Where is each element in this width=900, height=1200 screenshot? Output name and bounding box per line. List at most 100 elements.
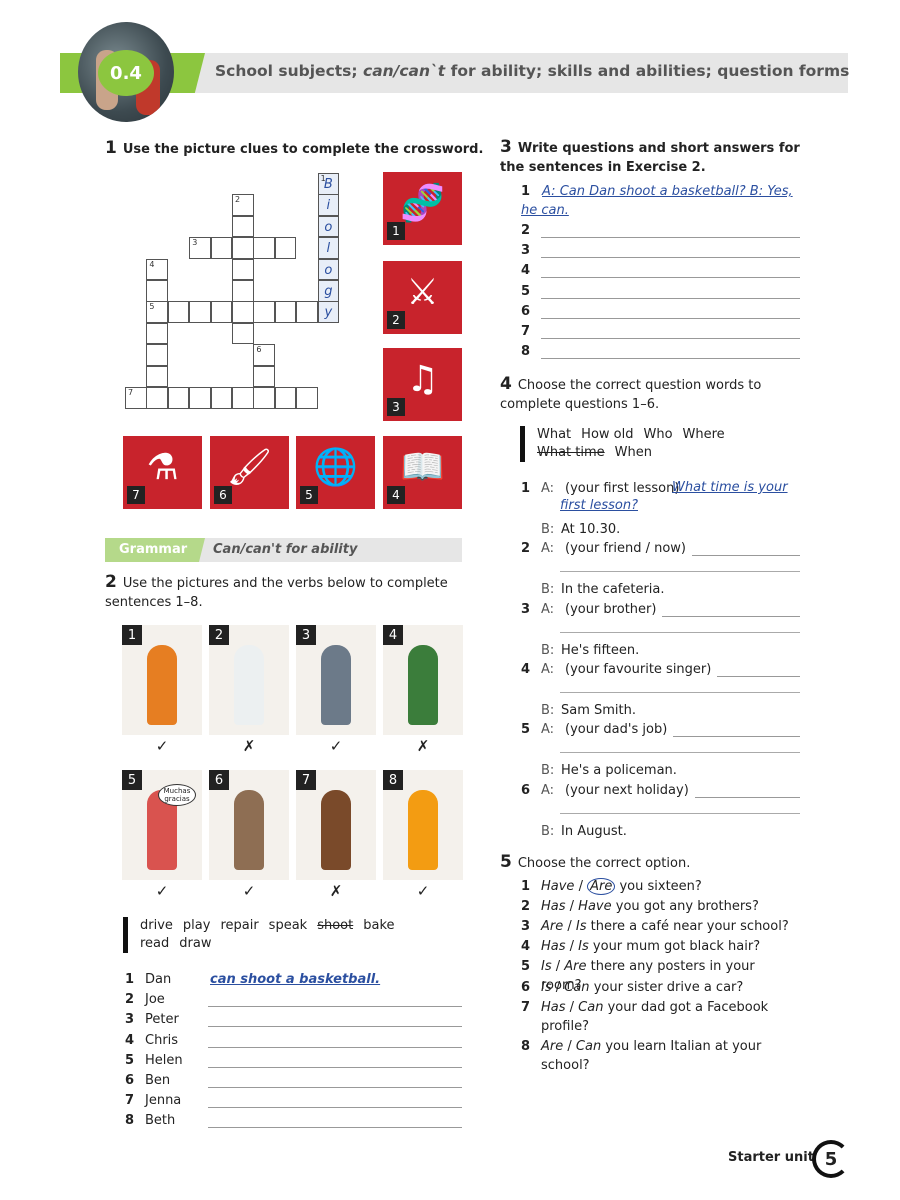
crossword-cell[interactable]	[253, 387, 275, 409]
crossword-cell[interactable]	[232, 215, 254, 238]
crossword-cell[interactable]	[274, 237, 297, 259]
option-2[interactable]: Is	[578, 939, 589, 954]
crossword-cell[interactable]	[210, 387, 233, 409]
crossword-cell[interactable]	[253, 365, 275, 388]
crossword-cell[interactable]	[189, 301, 211, 323]
answer-line[interactable]	[208, 1074, 462, 1088]
subject-name: Jenna	[145, 1093, 182, 1109]
crossword-cell[interactable]	[167, 301, 190, 323]
answer-line[interactable]	[208, 1114, 462, 1129]
answer-line[interactable]	[673, 723, 800, 738]
answer-line-2[interactable]	[560, 631, 800, 633]
item-number: 5	[521, 722, 531, 738]
option-2[interactable]: Is	[576, 919, 587, 934]
option-2[interactable]: Can	[564, 980, 589, 995]
crossword-cell[interactable]: 2	[232, 194, 254, 216]
crossword-cell[interactable]: 6	[253, 344, 275, 366]
answer-line[interactable]	[692, 542, 800, 557]
crossword-cell[interactable]: o	[317, 215, 340, 238]
crossword-cell[interactable]	[232, 387, 254, 409]
option-2[interactable]: Are	[564, 959, 586, 974]
option-1[interactable]: Are	[541, 919, 563, 934]
answer-line[interactable]	[541, 285, 800, 299]
answer-line[interactable]	[694, 784, 800, 798]
crossword-cell[interactable]: g	[317, 280, 340, 302]
crossword-cell[interactable]: 4	[146, 258, 168, 281]
crossword-cell[interactable]	[274, 301, 297, 323]
answer-line[interactable]	[541, 345, 800, 360]
option-1[interactable]: Are	[541, 1039, 563, 1054]
crossword-cell[interactable]	[253, 237, 275, 259]
picture-number: 6	[209, 770, 229, 790]
crossword-cell[interactable]: y	[317, 301, 340, 323]
crossword-cell[interactable]: 5	[146, 301, 168, 323]
answer-line[interactable]	[208, 993, 462, 1008]
sentence-row: 6 Ben	[125, 1070, 462, 1088]
answer-row: 4	[521, 260, 800, 279]
crossword-cell[interactable]	[274, 387, 297, 409]
crossword-cell[interactable]	[296, 387, 318, 409]
crossword-cell[interactable]	[232, 258, 254, 281]
item-number: 3	[125, 1012, 135, 1028]
crossword-cell[interactable]	[189, 387, 211, 409]
crossword-cell[interactable]: i	[317, 194, 340, 216]
answer-line[interactable]	[541, 224, 800, 238]
crossword-cell[interactable]	[146, 387, 168, 409]
answer-line[interactable]	[208, 1034, 462, 1048]
option-2[interactable]: Have	[578, 899, 611, 914]
crossword-cell[interactable]	[210, 237, 233, 259]
crossword-cell[interactable]	[167, 387, 190, 409]
crossword-cell[interactable]	[146, 344, 168, 366]
answer-line[interactable]	[541, 244, 800, 259]
crossword-cell[interactable]: 3	[189, 237, 211, 259]
answer-line[interactable]	[717, 663, 800, 677]
verb-option: read	[140, 936, 170, 951]
crossword-cell[interactable]: l	[317, 237, 340, 259]
option-1[interactable]: Has	[541, 939, 566, 954]
crossword-cell[interactable]	[146, 280, 168, 302]
option-1[interactable]: Has	[541, 1000, 566, 1015]
crossword-cell[interactable]	[232, 322, 254, 345]
crossword-cell[interactable]	[146, 322, 168, 345]
a-label: A:	[541, 661, 555, 677]
option-2[interactable]: Can	[576, 1039, 601, 1054]
option-1[interactable]: Is	[541, 959, 552, 974]
ex2-picture: 5 Muchas gracias	[122, 770, 202, 880]
crossword-cell[interactable]	[146, 365, 168, 388]
b-label: B:	[541, 582, 555, 598]
option-2[interactable]: Can	[578, 1000, 603, 1015]
answer-line[interactable]	[208, 1054, 462, 1068]
sentence-row: 3 Peter	[125, 1009, 462, 1028]
crossword-cell[interactable]: o	[317, 258, 340, 281]
option-2[interactable]: Are	[587, 878, 616, 895]
picture-clue-tile: 🧬 1	[383, 172, 462, 245]
option-1[interactable]: Is	[541, 980, 552, 995]
crossword-cell[interactable]	[232, 280, 254, 302]
question-rest: you learn Italian at your school?	[541, 1038, 762, 1073]
subject-name: Chris	[145, 1032, 179, 1048]
answer-line[interactable]	[541, 264, 800, 279]
question-row: 5 A: (your dad's job)	[521, 719, 800, 738]
person-illustration	[147, 645, 177, 725]
answer-line[interactable]	[208, 1013, 462, 1028]
option-1[interactable]: Has	[541, 899, 566, 914]
answer-line[interactable]	[662, 603, 800, 617]
answer-line-2[interactable]	[560, 571, 800, 573]
cross-mark: ✗	[329, 882, 343, 900]
crossword-cell[interactable]	[296, 301, 318, 323]
reply: In August.	[561, 823, 627, 839]
answer-line-2[interactable]	[560, 812, 800, 814]
crossword-cell[interactable]: 1B	[317, 173, 340, 195]
answer-line[interactable]	[541, 325, 800, 339]
answer-line[interactable]	[208, 1094, 462, 1109]
crossword-cell[interactable]	[232, 237, 254, 259]
option-1[interactable]: Have	[541, 879, 574, 894]
crossword-cell[interactable]	[232, 301, 254, 323]
b-label: B:	[541, 642, 555, 658]
answer-line-2[interactable]	[560, 691, 800, 693]
answer-line[interactable]	[541, 305, 800, 319]
answer-line-2[interactable]	[560, 752, 800, 754]
crossword-cell[interactable]	[210, 301, 233, 323]
crossword-cell[interactable]: 7	[125, 387, 147, 409]
crossword-cell[interactable]	[253, 301, 275, 323]
